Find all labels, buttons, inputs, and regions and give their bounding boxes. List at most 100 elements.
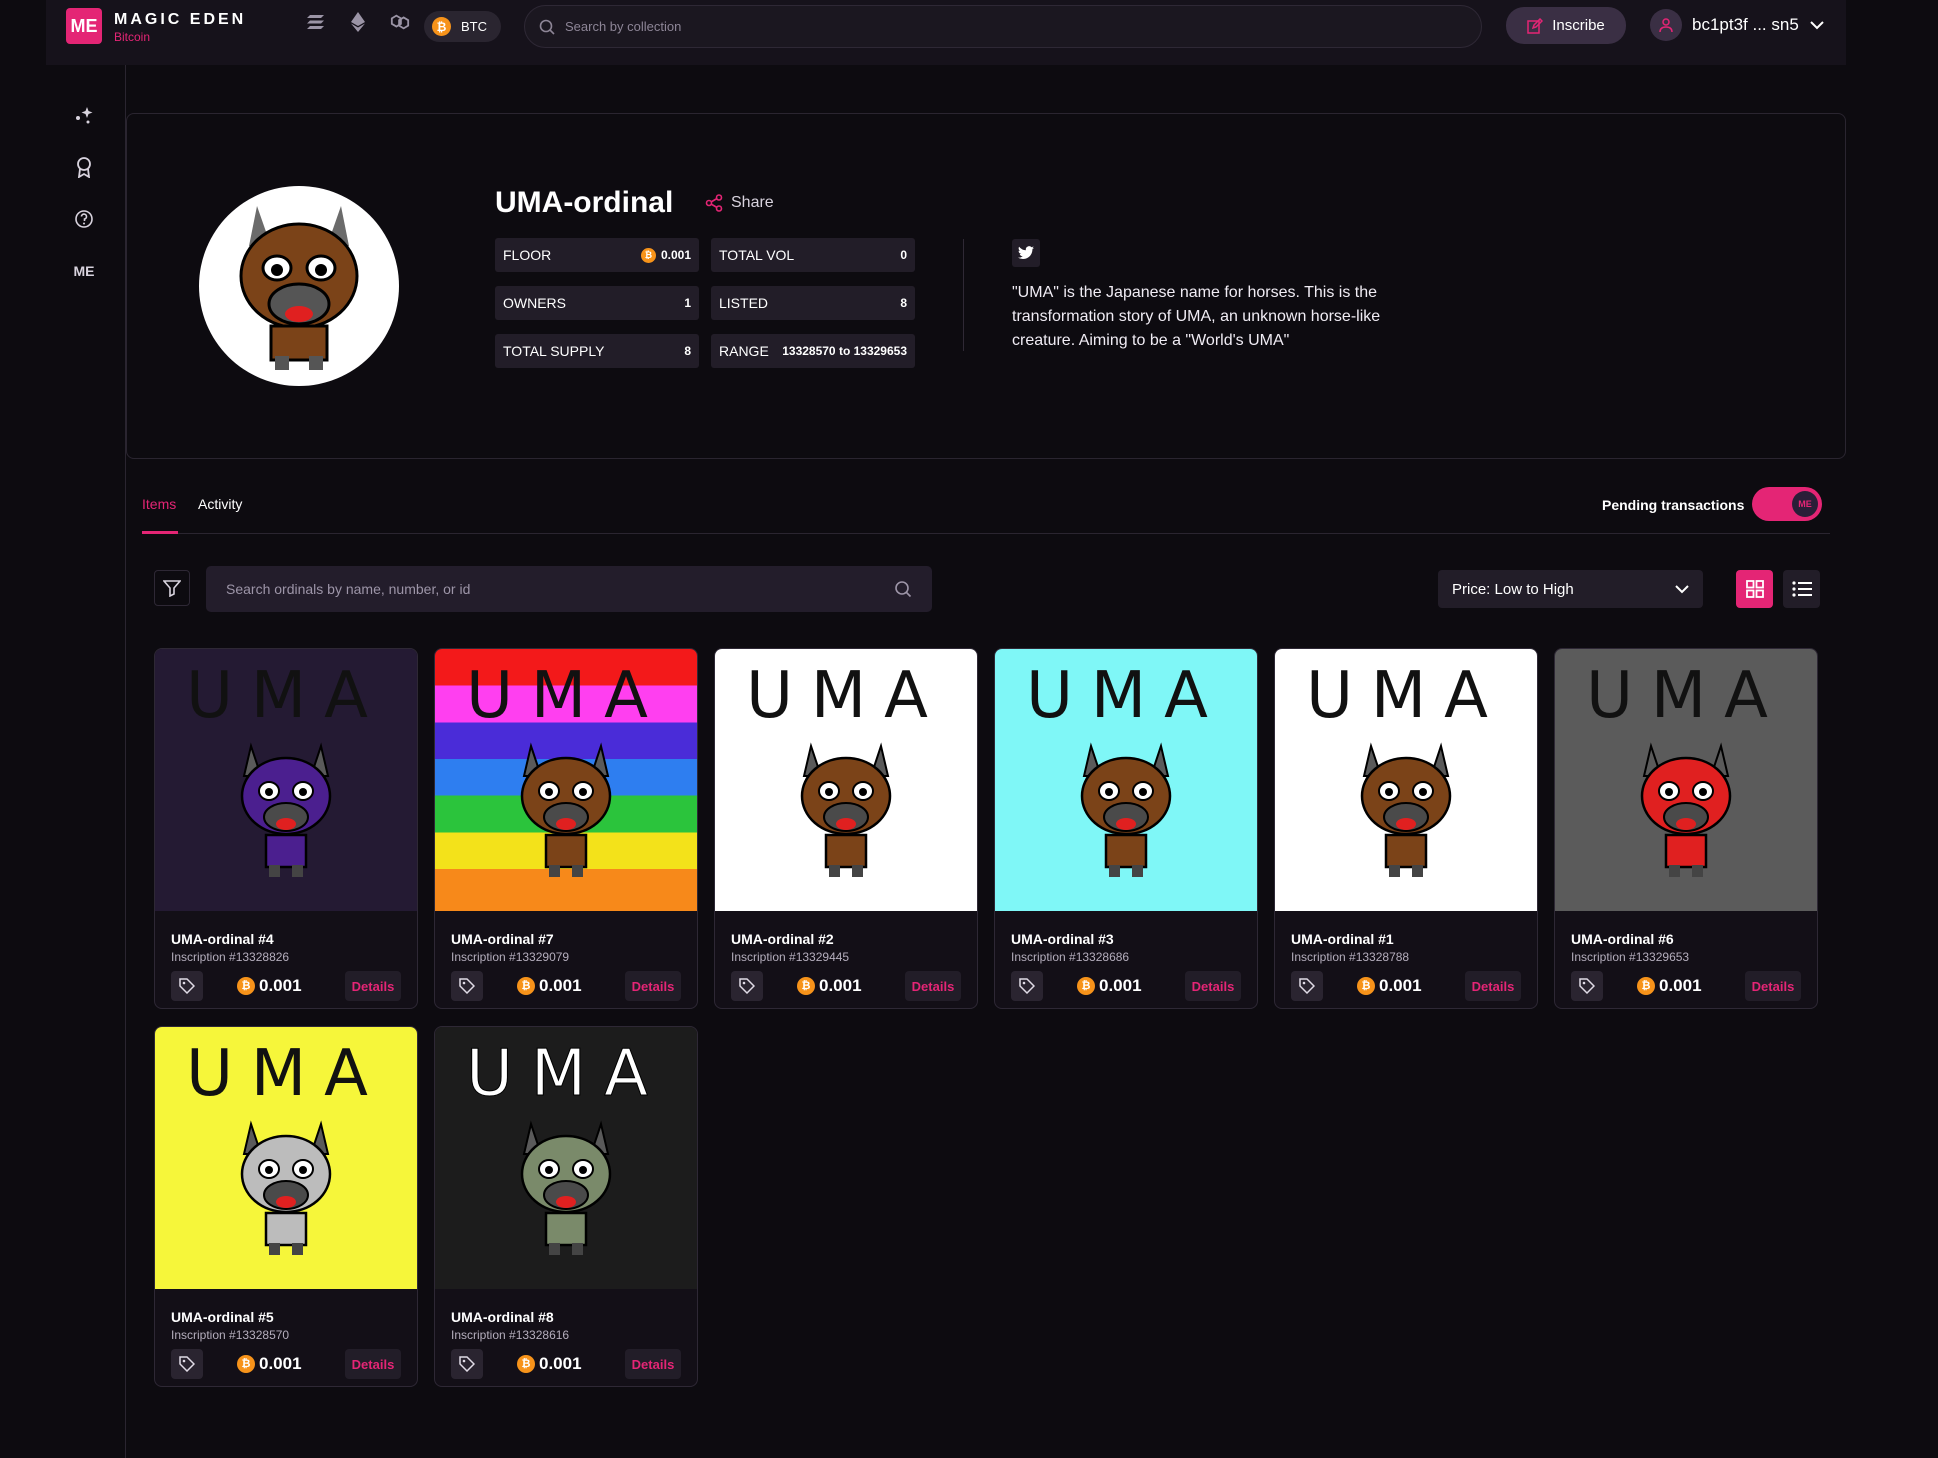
ordinal-name: UMA-ordinal #2 (731, 931, 834, 947)
list-tag-button[interactable] (1011, 971, 1043, 1001)
brand[interactable]: MAGIC EDEN Bitcoin (114, 11, 246, 44)
twitter-link[interactable] (1012, 239, 1040, 267)
details-button[interactable]: Details (1745, 971, 1801, 1001)
pending-transactions-label: Pending transactions (1602, 497, 1745, 513)
sparkles-icon[interactable] (72, 103, 96, 127)
ordinal-card[interactable]: UMA UMA-ordinal #3 Inscription #13328686 ₿ 0… (994, 648, 1258, 1009)
ordinal-price: ₿ 0.001 (1077, 976, 1142, 996)
tag-icon (459, 1356, 475, 1372)
ordinal-price: ₿ 0.001 (237, 976, 302, 996)
ordinal-image[interactable]: UMA (1275, 649, 1537, 911)
details-button[interactable]: Details (905, 971, 961, 1001)
ordinal-image[interactable]: UMA (155, 1027, 417, 1289)
ordinal-image[interactable]: UMA (155, 649, 417, 911)
list-tag-button[interactable] (451, 971, 483, 1001)
btc-chain-pill[interactable]: ₿ BTC (424, 11, 501, 42)
share-button[interactable]: Share (705, 194, 774, 212)
ordinal-price-value: 0.001 (1099, 976, 1142, 995)
ordinal-card[interactable]: UMA UMA-ordinal #2 Inscription #13329445 ₿ 0… (714, 648, 978, 1009)
horse-character-art (1080, 742, 1172, 877)
wallet-menu[interactable]: bc1pt3f ... sn5 (1650, 9, 1825, 41)
horse-character-art (1360, 742, 1452, 877)
ordinal-name: UMA-ordinal #6 (1571, 931, 1674, 947)
award-icon[interactable] (72, 155, 96, 179)
collection-header: UMA-ordinal Share FLOOR ₿ 0.001 TOTAL VOL… (126, 113, 1846, 459)
ordinal-price: ₿ 0.001 (797, 976, 862, 996)
stat-range: RANGE 13328570 to 13329653 (711, 334, 915, 368)
details-button[interactable]: Details (345, 971, 401, 1001)
ordinal-name: UMA-ordinal #5 (171, 1309, 274, 1325)
ordinal-card[interactable]: UMA UMA-ordinal #7 Inscription #13329079 ₿ 0… (434, 648, 698, 1009)
horse-character-art (1640, 742, 1732, 877)
tab-items[interactable]: Items (142, 496, 176, 512)
brand-subtitle: Bitcoin (114, 30, 151, 44)
ordinal-card[interactable]: UMA UMA-ordinal #4 Inscription #13328826 ₿ 0… (154, 648, 418, 1009)
horse-character-art (520, 742, 612, 877)
ordinal-price: ₿ 0.001 (1637, 976, 1702, 996)
list-icon (1791, 581, 1812, 597)
ordinal-card[interactable]: UMA UMA-ordinal #6 Inscription #13329653 ₿ 0… (1554, 648, 1818, 1009)
filter-button[interactable] (154, 570, 190, 606)
ordinal-card[interactable]: UMA UMA-ordinal #5 Inscription #13328570 ₿ 0… (154, 1026, 418, 1387)
ordinal-image[interactable]: UMA (1555, 649, 1817, 911)
stat-range-value: 13328570 to 13329653 (782, 344, 907, 358)
inscribe-button[interactable]: Inscribe (1506, 7, 1626, 44)
polygon-icon[interactable] (390, 12, 410, 32)
details-button[interactable]: Details (625, 971, 681, 1001)
bitcoin-icon: ₿ (797, 977, 815, 995)
bitcoin-icon: ₿ (640, 247, 656, 263)
details-button[interactable]: Details (1465, 971, 1521, 1001)
uma-artwork-text: UMA (746, 659, 946, 733)
collection-description: "UMA" is the Japanese name for horses. T… (1012, 284, 1381, 349)
ordinal-image[interactable]: UMA (995, 649, 1257, 911)
bitcoin-icon: ₿ (1357, 977, 1375, 995)
ordinal-image[interactable]: UMA (435, 1027, 697, 1289)
stat-total-supply: TOTAL SUPPLY 8 (495, 334, 699, 368)
search-icon (539, 19, 555, 35)
list-tag-button[interactable] (451, 1349, 483, 1379)
list-tag-button[interactable] (1571, 971, 1603, 1001)
ordinal-card[interactable]: UMA UMA-ordinal #1 Inscription #13328788 ₿ 0… (1274, 648, 1538, 1009)
uma-artwork-text: UMA (466, 659, 666, 733)
ordinal-search-input[interactable]: Search ordinals by name, number, or id (206, 566, 932, 612)
grid-view-button[interactable] (1736, 570, 1773, 608)
ordinal-inscription: Inscription #13328686 (1011, 950, 1130, 964)
magic-eden-icon[interactable]: ME (72, 259, 96, 283)
collection-avatar (199, 186, 399, 386)
details-button[interactable]: Details (625, 1349, 681, 1379)
ordinal-price-value: 0.001 (1659, 976, 1702, 995)
magic-eden-logo[interactable]: ME (66, 8, 102, 44)
tab-activity[interactable]: Activity (198, 496, 242, 512)
list-tag-button[interactable] (171, 971, 203, 1001)
list-tag-button[interactable] (1291, 971, 1323, 1001)
details-button[interactable]: Details (1185, 971, 1241, 1001)
list-tag-button[interactable] (171, 1349, 203, 1379)
ordinal-name: UMA-ordinal #3 (1011, 931, 1114, 947)
ordinal-price: ₿ 0.001 (1357, 976, 1422, 996)
stat-listed-label: LISTED (719, 295, 769, 311)
ordinal-card[interactable]: UMA UMA-ordinal #8 Inscription #13328616 ₿ 0… (434, 1026, 698, 1387)
stat-supply-label: TOTAL SUPPLY (503, 343, 605, 359)
twitter-icon (1018, 246, 1034, 260)
collection-search-input[interactable]: Search by collection (524, 5, 1482, 48)
ordinal-image[interactable]: UMA (715, 649, 977, 911)
horse-character-art (240, 742, 332, 877)
list-view-button[interactable] (1783, 570, 1820, 608)
sort-select[interactable]: Price: Low to High (1438, 570, 1703, 608)
toggle-knob: ME (1792, 491, 1818, 517)
ethereum-icon[interactable] (348, 12, 368, 32)
solana-icon[interactable] (306, 12, 326, 32)
tab-items-underline (142, 531, 178, 534)
list-tag-button[interactable] (731, 971, 763, 1001)
ordinal-image[interactable]: UMA (435, 649, 697, 911)
search-icon (895, 581, 912, 598)
stat-owners-label: OWNERS (503, 295, 566, 311)
pending-transactions-toggle[interactable]: ME (1752, 487, 1822, 521)
header-divider (963, 239, 964, 351)
help-icon[interactable] (72, 207, 96, 231)
bitcoin-icon: ₿ (1637, 977, 1655, 995)
bitcoin-icon: ₿ (517, 977, 535, 995)
tag-icon (1019, 978, 1035, 994)
details-button[interactable]: Details (345, 1349, 401, 1379)
filter-icon (163, 580, 181, 597)
